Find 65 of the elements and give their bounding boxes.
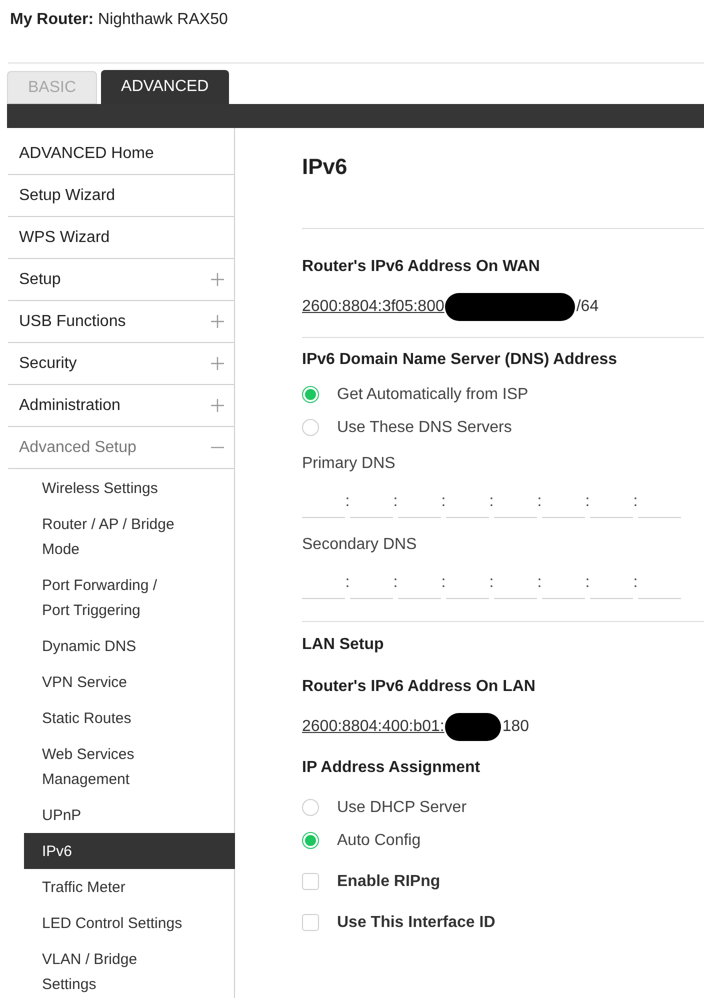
sidebar-item[interactable]: ADVANCED Home [8, 133, 234, 175]
sidebar-item[interactable]: Administration [8, 385, 234, 427]
checkbox[interactable] [302, 873, 319, 890]
radio-label: Use These DNS Servers [337, 418, 512, 438]
radio-label: Use DHCP Server [337, 798, 467, 818]
section-heading: LAN Setup [302, 635, 385, 655]
sidebar-item[interactable]: Setup [8, 259, 234, 301]
sidebar-item[interactable]: USB Functions [8, 301, 234, 343]
radio-label: Auto Config [337, 830, 421, 850]
colon-separator: : [441, 573, 446, 593]
plus-icon[interactable] [211, 273, 224, 286]
section-heading: Router's IPv6 Address On WAN [302, 257, 541, 277]
plus-icon[interactable] [211, 315, 224, 328]
field-label: Router's IPv6 Address On LAN [302, 677, 536, 697]
sidebar-subitem[interactable]: VLAN / Bridge Settings [24, 941, 234, 998]
sidebar-item[interactable]: Security [8, 343, 234, 385]
radio-button[interactable] [302, 799, 319, 816]
section-heading: IPv6 Domain Name Server (DNS) Address [302, 350, 618, 370]
sidebar-subitem[interactable]: IPv6 [24, 833, 235, 869]
sidebar-subitem[interactable]: Dynamic DNS [24, 628, 234, 664]
sidebar-subitem[interactable]: UPnP [24, 797, 234, 833]
colon-separator: : [393, 573, 398, 593]
colon-separator: : [489, 573, 494, 593]
address-suffix: 180 [502, 717, 530, 737]
sidebar-subitem[interactable]: Traffic Meter [24, 869, 234, 905]
address-link[interactable]: 2600:8804:3f05:800 [302, 295, 444, 319]
address-link[interactable]: 2600:8804:400:b01: [302, 715, 444, 739]
field-label: Secondary DNS [302, 535, 418, 555]
radio-button[interactable] [302, 419, 319, 436]
checkbox-label: Enable RIPng [337, 872, 440, 892]
colon-separator: : [537, 492, 542, 512]
sidebar-item[interactable]: Advanced Setup [8, 427, 234, 469]
sidebar-subitem[interactable]: LED Control Settings [24, 905, 234, 941]
page-title: IPv6 [302, 153, 348, 180]
field-label: IP Address Assignment [302, 758, 482, 778]
colon-separator: : [345, 573, 350, 593]
colon-separator: : [585, 492, 590, 512]
colon-separator: : [633, 492, 638, 512]
plus-icon[interactable] [211, 399, 224, 412]
router-name: My Router: Nighthawk RAX50 [10, 11, 228, 28]
colon-separator: : [393, 492, 398, 512]
colon-separator: : [633, 573, 638, 593]
sidebar-subitem[interactable]: Port Forwarding / Port Triggering [24, 567, 234, 628]
sidebar-item[interactable]: WPS Wizard [8, 217, 234, 259]
plus-icon[interactable] [211, 357, 224, 370]
colon-separator: : [489, 492, 494, 512]
field-label: Primary DNS [302, 454, 396, 474]
sidebar-item[interactable]: Setup Wizard [8, 175, 234, 217]
radio-label: Get Automatically from ISP [337, 384, 528, 404]
sidebar-subitem[interactable]: Web Services Management [24, 736, 234, 797]
nav-tab[interactable]: ADVANCED [101, 70, 229, 104]
redaction-mark [445, 713, 502, 741]
checkbox-label: Use This Interface ID [337, 912, 496, 932]
colon-separator: : [441, 492, 446, 512]
radio-button[interactable] [302, 832, 319, 849]
colon-separator: : [345, 492, 350, 512]
radio-button[interactable] [302, 386, 319, 403]
colon-separator: : [537, 573, 542, 593]
sidebar-subitem[interactable]: Static Routes [24, 700, 234, 736]
checkbox[interactable] [302, 914, 319, 931]
colon-separator: : [585, 573, 590, 593]
sidebar-subitem[interactable]: VPN Service [24, 664, 234, 700]
address-suffix: /64 [576, 297, 599, 317]
sidebar-subitem[interactable]: Router / AP / Bridge Mode [24, 506, 234, 567]
sidebar-subitem[interactable]: Wireless Settings [24, 470, 234, 506]
